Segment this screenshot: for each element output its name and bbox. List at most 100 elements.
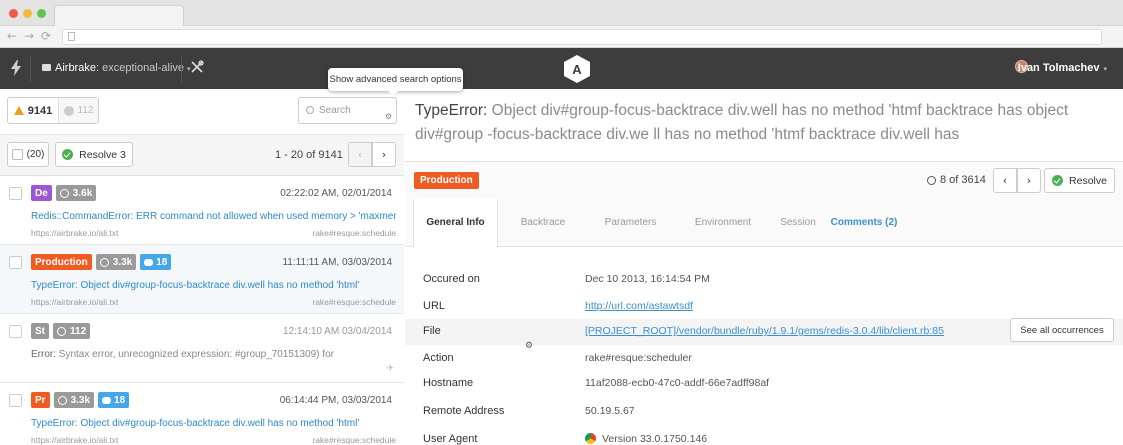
resolve-selected-button[interactable]: Resolve 3 (55, 142, 133, 167)
row-job: rake#resque:schedule (312, 297, 396, 307)
environment-badge: St (31, 323, 49, 339)
row-message[interactable]: Error: Syntax error, unrecognized expres… (31, 349, 396, 360)
url-link[interactable]: http://url.com/astawtsdf (585, 300, 693, 312)
error-type: Error: (31, 349, 56, 360)
browser-tab[interactable] (54, 5, 184, 26)
row-badges: Production 3.3k 18 (31, 254, 172, 270)
row-message[interactable]: Redis::CommandError: ERR command not all… (31, 211, 396, 222)
close-window-icon[interactable] (9, 9, 18, 18)
tab-backtrace[interactable]: Backtrace (503, 199, 583, 247)
occurrence-count: 3.3k (112, 256, 133, 268)
check-circle-icon (63, 105, 74, 116)
page-icon (68, 32, 75, 41)
select-all-checkbox[interactable] (11, 149, 23, 160)
property-value: Version 33.0.1750.146 (602, 433, 708, 445)
user-menu[interactable]: Ivan Tolmachev ▾ (1018, 62, 1107, 74)
occurrence-indicator: 8 of 3614 (927, 174, 986, 186)
bulk-action-bar: (20) Resolve 3 1 - 20 of 9141 ‹ › (0, 135, 404, 176)
resolved-count: 112 (77, 105, 94, 116)
property-value-wrap: Version 33.0.1750.146 (585, 433, 707, 445)
occurrence-badge: 112 (53, 323, 91, 339)
detail-toolbar: Production 8 of 3614 ‹ › Resolve (405, 161, 1123, 199)
occurrence-count: 112 (70, 325, 87, 337)
row-message[interactable]: TypeError: Object div#group-focus-backtr… (31, 280, 396, 291)
error-row[interactable]: De 3.6k 02:22:02 AM, 02/01/2014 Redis::C… (0, 176, 404, 245)
chevron-down-icon: ▾ (1103, 66, 1107, 73)
property-value: 11af2088-ecb0-47c0-addf-66e7adff98af (585, 377, 770, 389)
error-message: ERR command not allowed when used memory… (136, 211, 396, 222)
row-job: rake#resque:schedule (312, 435, 396, 445)
row-message[interactable]: TypeError: Object div#group-focus-backtr… (31, 418, 396, 429)
header-divider (181, 56, 182, 82)
error-type: Redis::CommandError: (31, 211, 134, 222)
project-switcher[interactable]: Airbrake: exceptional-alive ▾ (42, 62, 191, 74)
resolved-errors-tab[interactable]: 112 (59, 98, 98, 123)
mouse-cursor-icon: ⚙ (525, 341, 534, 351)
reload-icon[interactable]: ⟳ (41, 29, 51, 43)
error-message: Object div#group-focus-backtrace div.wel… (80, 418, 360, 429)
property-row: File [PROJECT_ROOT]/vendor/bundle/ruby/1… (405, 318, 1123, 345)
see-all-occurrences-button[interactable]: See all occurrences (1010, 318, 1114, 342)
row-timestamp: 11:11:11 AM, 03/03/2014 (282, 257, 392, 268)
tab-parameters[interactable]: Parameters (588, 199, 673, 247)
tools-icon[interactable] (190, 60, 204, 74)
error-list-panel: 9141 112 ⚙ (20) Resolve 3 1 - 20 of 9141… (0, 89, 404, 445)
chrome-browser-icon (585, 433, 596, 444)
next-occurrence-button[interactable]: › (1017, 168, 1041, 193)
environment-badge: De (31, 185, 52, 201)
next-page-button[interactable]: › (372, 142, 396, 167)
row-badges: St 112 (31, 323, 91, 339)
resolve-button[interactable]: Resolve (1044, 168, 1115, 193)
row-job: rake#resque:schedule (312, 228, 396, 238)
logo-letter: A (572, 62, 582, 77)
error-row[interactable]: Production 3.3k 18 11:11:11 AM, 03/03/20… (0, 245, 404, 314)
row-checkbox[interactable] (9, 256, 22, 269)
maximize-window-icon[interactable] (37, 9, 46, 18)
check-circle-icon (1052, 175, 1064, 186)
error-list: De 3.6k 02:22:02 AM, 02/01/2014 Redis::C… (0, 176, 404, 445)
tab-comments[interactable]: Comments (2) (829, 199, 899, 247)
warning-icon (13, 106, 24, 115)
bug-icon (99, 257, 109, 267)
occurrence-badge: 3.3k (53, 392, 95, 408)
search-box: ⚙ (298, 97, 397, 124)
select-all-button[interactable]: (20) (7, 142, 49, 167)
bug-icon (57, 395, 67, 405)
property-label: File (423, 325, 441, 337)
search-input[interactable] (319, 103, 381, 118)
header-divider (30, 56, 31, 82)
prev-page-button[interactable]: ‹ (348, 142, 372, 167)
error-row[interactable]: Pr 3.3k 18 06:14:44 PM, 03/03/2014 TypeE… (0, 383, 404, 445)
address-bar[interactable] (62, 29, 1102, 45)
prev-occurrence-button[interactable]: ‹ (993, 168, 1017, 193)
bug-icon (59, 188, 69, 198)
open-errors-tab[interactable]: 9141 (8, 98, 59, 123)
tab-general-info[interactable]: General Info (413, 199, 498, 248)
rocket-icon: ✈ (386, 364, 394, 374)
lightning-bolt-icon[interactable] (11, 60, 21, 76)
row-timestamp: 02:22:02 AM, 02/01/2014 (280, 188, 392, 199)
pagination-text: 1 - 20 of 9141 (275, 149, 343, 161)
minimize-window-icon[interactable] (23, 9, 32, 18)
error-title-message: Object div#group-focus-backtrace div.wel… (415, 102, 1069, 143)
back-arrow-icon[interactable]: ← (7, 29, 17, 43)
app-logo[interactable]: A (563, 54, 591, 84)
browser-titlebar (0, 0, 1123, 26)
resolve-label: Resolve (1069, 174, 1107, 187)
gear-icon[interactable]: ⚙ (385, 112, 392, 121)
error-row[interactable]: St 112 12:14:10 AM 03/04/2014 Error: Syn… (0, 314, 404, 383)
row-checkbox[interactable] (9, 187, 22, 200)
file-link[interactable]: [PROJECT_ROOT]/vendor/bundle/ruby/1.9.1/… (585, 325, 944, 337)
tab-environment[interactable]: Environment (678, 199, 768, 247)
row-checkbox[interactable] (9, 325, 22, 338)
environment-badge: Production (31, 254, 92, 270)
property-label: Hostname (423, 377, 474, 389)
row-checkbox[interactable] (9, 394, 22, 407)
tab-session[interactable]: Session (763, 199, 833, 247)
property-label: Action (423, 352, 454, 364)
property-row: Occured on Dec 10 2013, 16:14:54 PM (405, 267, 1123, 293)
comment-bubble-icon (144, 258, 154, 266)
occurrence-count: 3.6k (72, 187, 93, 199)
forward-arrow-icon[interactable]: → (24, 29, 34, 43)
error-detail-panel: TypeError: Object div#group-focus-backtr… (405, 89, 1123, 445)
